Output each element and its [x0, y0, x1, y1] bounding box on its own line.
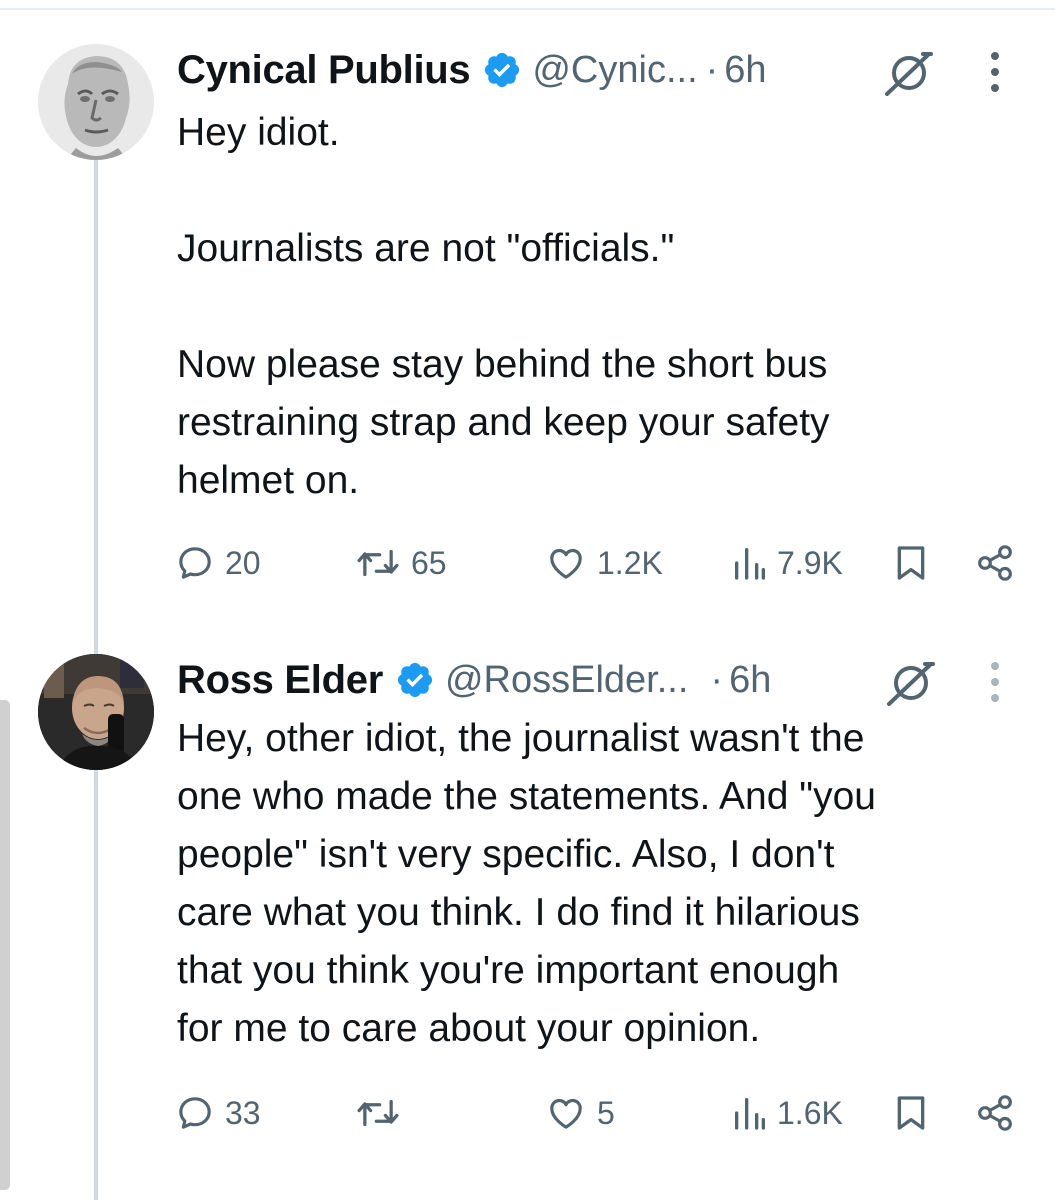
tweet-paragraph: Now please stay behind the short bus res… [177, 343, 830, 502]
more-options-icon[interactable] [985, 660, 1005, 704]
reply-thread: Cynical Publius @Cynic... · 6h Hey idiot… [0, 0, 1055, 1200]
verified-badge-icon [395, 660, 435, 700]
separator-dot: · [710, 658, 724, 701]
tweet-actions: 33 5 1.6K [175, 1088, 1020, 1138]
like-button[interactable]: 1.2K [545, 538, 663, 588]
like-count: 1.2K [597, 544, 663, 581]
tweet[interactable]: Cynical Publius @Cynic... · 6h Hey idiot… [0, 0, 1055, 640]
timestamp[interactable]: 6h [729, 659, 771, 702]
tweet-paragraph: Hey idiot. [177, 111, 340, 154]
views-count: 1.6K [777, 1094, 843, 1131]
bookmark-button[interactable] [893, 538, 929, 588]
tweet-paragraph: Hey, other idiot, the journalist wasn't … [177, 717, 876, 1050]
repost-button[interactable]: 65 [355, 538, 447, 588]
repost-button[interactable] [355, 1088, 411, 1138]
tweet-text: Hey idiot. Journalists are not "official… [177, 104, 1017, 510]
avatar[interactable] [38, 654, 154, 770]
grok-icon[interactable] [885, 660, 937, 706]
author-name[interactable]: Cynical Publius [177, 48, 471, 93]
share-icon [978, 1095, 1012, 1131]
reply-button[interactable]: 33 [175, 1088, 261, 1138]
bookmark-button[interactable] [893, 1088, 929, 1138]
views-icon [735, 1098, 765, 1130]
like-icon [550, 548, 582, 579]
tweet-paragraph: Journalists are not "officials." [177, 227, 675, 270]
timestamp[interactable]: 6h [724, 49, 766, 92]
author-handle[interactable]: @RossElder... [445, 659, 688, 702]
tweet-actions: 20 65 1.2K 7.9K [175, 538, 1020, 588]
share-button[interactable] [975, 538, 1015, 588]
tweet[interactable]: Ross Elder @RossElder... · 6h Hey, other… [0, 640, 1055, 1200]
like-count: 5 [597, 1094, 615, 1131]
like-button[interactable]: 5 [545, 1088, 615, 1138]
repost-icon [357, 549, 399, 577]
views-button[interactable]: 7.9K [733, 538, 843, 588]
reply-icon [179, 547, 211, 579]
verified-badge-icon [482, 50, 522, 90]
reply-icon [179, 1097, 211, 1129]
tweet-header: Ross Elder @RossElder... · 6h [177, 652, 771, 708]
share-button[interactable] [975, 1088, 1015, 1138]
reply-button[interactable]: 20 [175, 538, 261, 588]
share-icon [978, 545, 1012, 581]
views-icon [735, 548, 765, 580]
tweet-text: Hey, other idiot, the journalist wasn't … [177, 710, 1017, 1058]
like-icon [550, 1098, 582, 1129]
author-handle[interactable]: @Cynic... [532, 49, 697, 92]
views-count: 7.9K [777, 544, 843, 581]
author-name[interactable]: Ross Elder [177, 658, 383, 703]
separator-dot: · [705, 48, 719, 91]
man-with-microphone-avatar-image [38, 654, 154, 770]
reply-count: 20 [225, 544, 261, 581]
repost-icon [357, 1099, 399, 1127]
repost-count: 65 [411, 544, 447, 581]
tweet-header: Cynical Publius @Cynic... · 6h [177, 42, 767, 98]
grok-icon[interactable] [883, 50, 935, 96]
reply-count: 33 [225, 1094, 261, 1131]
bookmark-icon [897, 1096, 925, 1130]
views-button[interactable]: 1.6K [733, 1088, 843, 1138]
marble-bust-avatar-image [38, 44, 154, 160]
bookmark-icon [897, 546, 925, 580]
avatar[interactable] [38, 44, 154, 160]
more-options-icon[interactable] [985, 50, 1005, 94]
